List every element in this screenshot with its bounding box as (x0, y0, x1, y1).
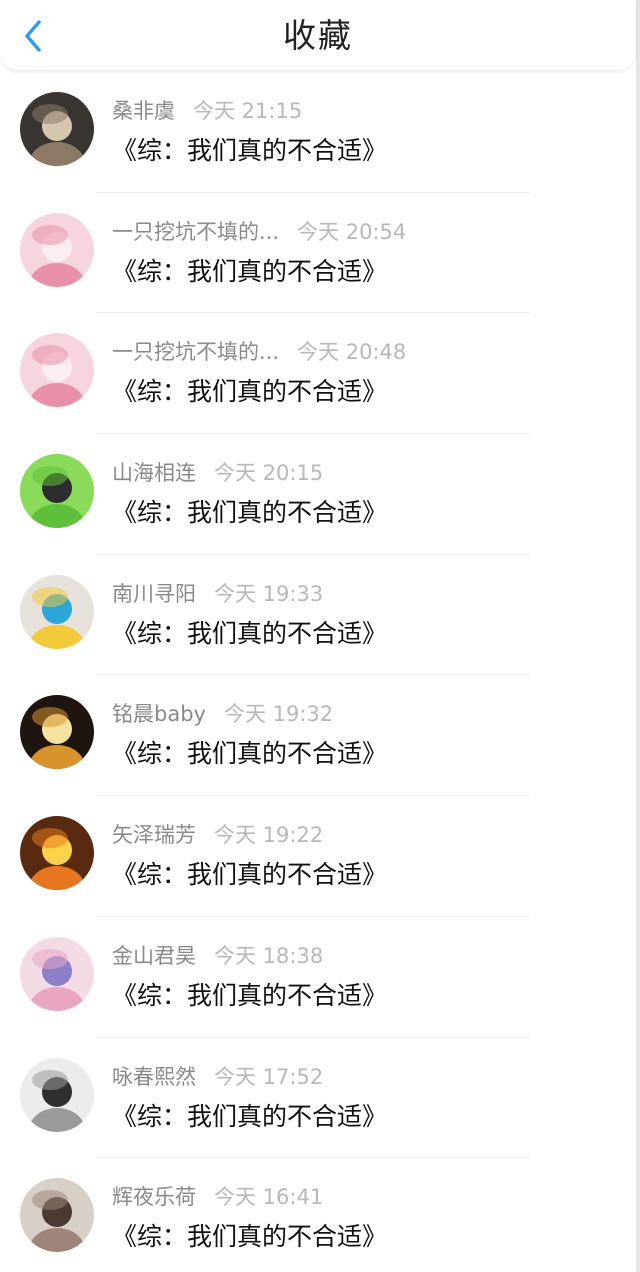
user-name[interactable]: 南川寻阳 (112, 578, 196, 608)
page-title: 收藏 (283, 16, 353, 55)
avatar[interactable] (20, 1178, 94, 1253)
item-meta: 铭晨baby 今天 19:32 (112, 697, 333, 729)
list-item[interactable]: 咏春熙然 今天 17:52 《综：我们真的不合适》 (0, 1038, 636, 1159)
timestamp: 今天 19:22 (214, 823, 324, 848)
collection-title[interactable]: 《综：我们真的不合适》 (112, 373, 387, 411)
list-item[interactable]: 金山君昊 今天 18:38 《综：我们真的不合适》 (0, 917, 636, 1038)
list-item[interactable]: 矢泽瑞芳 今天 19:22 《综：我们真的不合适》 (0, 796, 636, 917)
list-item[interactable]: 一只挖坑不填的... 今天 20:54 《综：我们真的不合适》 (0, 193, 636, 314)
scroll-edge (636, 0, 640, 1272)
header-bar: 收藏 (0, 0, 636, 70)
item-meta: 一只挖坑不填的... 今天 20:54 (112, 215, 406, 247)
user-name[interactable]: 辉夜乐荷 (112, 1181, 196, 1211)
avatar-picture (20, 212, 94, 287)
list-item[interactable]: 辉夜乐荷 今天 16:41 《综：我们真的不合适》 (0, 1158, 636, 1272)
timestamp: 今天 20:15 (214, 461, 324, 486)
avatar-picture (20, 92, 94, 166)
avatar-picture (20, 695, 94, 770)
user-name[interactable]: 铭晨baby (112, 698, 206, 728)
timestamp: 今天 20:54 (297, 219, 407, 244)
item-meta: 辉夜乐荷 今天 16:41 (112, 1180, 323, 1212)
item-meta: 山海相连 今天 20:15 (112, 456, 323, 488)
timestamp: 今天 19:33 (214, 581, 324, 606)
item-meta: 桑非虞 今天 21:15 (112, 94, 302, 126)
timestamp: 今天 18:38 (214, 943, 324, 968)
list-item[interactable]: 山海相连 今天 20:15 《综：我们真的不合适》 (0, 434, 636, 555)
favorites-list: 桑非虞 今天 21:15 《综：我们真的不合适》 一只挖坑不填的... 今天 2… (0, 72, 636, 1272)
avatar[interactable] (20, 454, 94, 529)
timestamp: 今天 16:41 (214, 1185, 324, 1210)
timestamp: 今天 21:15 (193, 99, 303, 123)
item-meta: 南川寻阳 今天 19:33 (112, 577, 323, 609)
avatar-picture (20, 333, 94, 408)
collection-title[interactable]: 《综：我们真的不合适》 (112, 494, 387, 532)
item-meta: 一只挖坑不填的... 今天 20:48 (112, 335, 406, 367)
user-name[interactable]: 咏春熙然 (112, 1061, 196, 1091)
avatar[interactable] (20, 333, 94, 408)
user-name[interactable]: 桑非虞 (112, 95, 175, 125)
avatar[interactable] (20, 1057, 94, 1132)
collection-title[interactable]: 《综：我们真的不合适》 (112, 253, 387, 291)
avatar[interactable] (20, 92, 94, 166)
list-item[interactable]: 铭晨baby 今天 19:32 《综：我们真的不合适》 (0, 675, 636, 797)
avatar[interactable] (20, 816, 94, 891)
collection-title[interactable]: 《综：我们真的不合适》 (112, 615, 387, 653)
timestamp: 今天 20:48 (297, 340, 407, 365)
item-meta: 金山君昊 今天 18:38 (112, 939, 323, 971)
list-item[interactable]: 桑非虞 今天 21:15 《综：我们真的不合适》 (0, 72, 636, 193)
avatar-picture (20, 816, 94, 891)
favorites-page: 收藏 桑非虞 今天 21:15 《综：我们真的不合适》 一只挖坑不填的... 今… (0, 0, 640, 1272)
avatar[interactable] (20, 695, 94, 770)
collection-title[interactable]: 《综：我们真的不合适》 (112, 1098, 387, 1136)
user-name[interactable]: 金山君昊 (112, 940, 196, 970)
user-name[interactable]: 矢泽瑞芳 (112, 819, 196, 849)
avatar-picture (20, 574, 94, 649)
timestamp: 今天 19:32 (223, 702, 334, 727)
avatar-picture (20, 454, 94, 529)
list-item[interactable]: 南川寻阳 今天 19:33 《综：我们真的不合适》 (0, 555, 636, 676)
user-name[interactable]: 一只挖坑不填的... (112, 336, 279, 366)
collection-title[interactable]: 《综：我们真的不合适》 (112, 856, 387, 894)
collection-title[interactable]: 《综：我们真的不合适》 (112, 735, 387, 773)
collection-title[interactable]: 《综：我们真的不合适》 (112, 1218, 387, 1256)
avatar[interactable] (20, 212, 94, 287)
item-meta: 矢泽瑞芳 今天 19:22 (112, 818, 323, 850)
user-name[interactable]: 山海相连 (112, 457, 196, 487)
collection-title[interactable]: 《综：我们真的不合适》 (112, 132, 387, 170)
avatar[interactable] (20, 574, 94, 649)
avatar-picture (20, 936, 94, 1011)
list-item[interactable]: 一只挖坑不填的... 今天 20:48 《综：我们真的不合适》 (0, 313, 636, 435)
timestamp: 今天 17:52 (214, 1064, 324, 1089)
item-meta: 咏春熙然 今天 17:52 (112, 1060, 323, 1092)
user-name[interactable]: 一只挖坑不填的... (112, 216, 279, 246)
avatar-picture (20, 1057, 94, 1132)
avatar-picture (20, 1178, 94, 1253)
avatar[interactable] (20, 936, 94, 1011)
collection-title[interactable]: 《综：我们真的不合适》 (112, 977, 387, 1015)
